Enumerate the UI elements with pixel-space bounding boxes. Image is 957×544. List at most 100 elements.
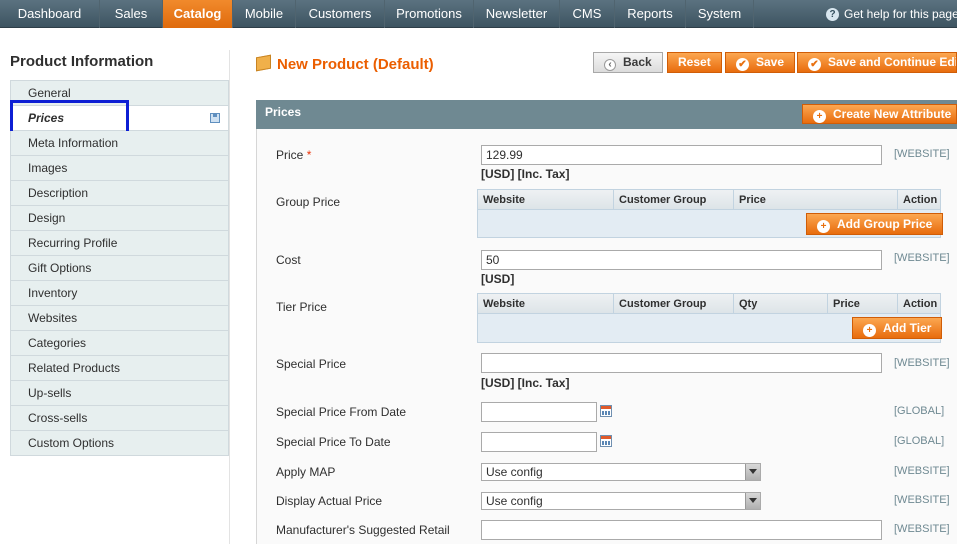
display-actual-price-scope: [WEBSITE] [894, 494, 950, 506]
help-icon: ? [826, 8, 839, 21]
tab-label: Inventory [28, 286, 78, 300]
nav-customers[interactable]: Customers [296, 0, 385, 28]
tab-label: Design [28, 211, 66, 225]
column-header: Website [483, 298, 525, 310]
price-input[interactable]: 129.99 [481, 145, 882, 165]
tab-inventory[interactable]: Inventory [10, 281, 229, 306]
special-to-date-input[interactable] [481, 432, 597, 452]
chevron-down-icon [745, 493, 760, 509]
nav-mobile[interactable]: Mobile [233, 0, 296, 28]
apply-map-label: Apply MAP [276, 465, 336, 479]
sidebar-divider [229, 50, 230, 544]
add-tier-button[interactable]: + Add Tier [852, 317, 943, 339]
column-header: Website [483, 194, 525, 206]
calendar-icon[interactable] [600, 405, 612, 417]
tab-gift-options[interactable]: Gift Options [10, 256, 229, 281]
help-link[interactable]: ? Get help for this page [826, 0, 957, 28]
column-header: Price [827, 294, 897, 314]
column-header: Customer Group [613, 294, 733, 314]
tab-label: Related Products [28, 361, 121, 375]
nav-reports[interactable]: Reports [615, 0, 686, 28]
tab-label: Images [28, 161, 68, 175]
tier-price-grid-header: Website Customer Group Qty Price Action [478, 294, 940, 314]
save-and-continue-button[interactable]: ✔ Save and Continue Edit [797, 52, 957, 73]
tab-categories[interactable]: Categories [10, 331, 229, 356]
plus-icon: + [817, 220, 830, 233]
chevron-down-icon [745, 464, 760, 480]
nav-dashboard[interactable]: Dashboard [0, 0, 100, 28]
special-from-date-label: Special Price From Date [276, 405, 407, 419]
nav-newsletter[interactable]: Newsletter [474, 0, 560, 28]
tab-related-products[interactable]: Related Products [10, 356, 229, 381]
product-tabs: General Prices Meta Information Images D… [10, 80, 229, 456]
plus-icon: + [813, 110, 826, 123]
tab-label: General [28, 86, 71, 100]
help-label: Get help for this page [844, 7, 957, 21]
tab-label: Meta Information [28, 136, 119, 150]
required-mark: * [306, 148, 312, 162]
msrp-label: Manufacturer's Suggested Retail [276, 523, 450, 537]
nav-sales[interactable]: Sales [100, 0, 163, 28]
nav-catalog[interactable]: Catalog [163, 0, 233, 28]
apply-map-select[interactable]: Use config [481, 463, 761, 481]
tab-label: Categories [28, 336, 87, 350]
display-actual-price-label: Display Actual Price [276, 494, 383, 508]
changed-save-icon [210, 113, 220, 123]
cost-input[interactable]: 50 [481, 250, 882, 270]
tab-label: Gift Options [28, 261, 92, 275]
add-group-price-button[interactable]: + Add Group Price [806, 213, 944, 235]
plus-icon: + [863, 324, 876, 337]
back-button[interactable]: ‹ Back [593, 52, 663, 73]
special-price-scope: [WEBSITE] [894, 357, 950, 369]
special-to-date-scope: [GLOBAL] [894, 435, 945, 447]
tab-design[interactable]: Design [10, 206, 229, 231]
price-label: Price * [276, 148, 312, 162]
tab-description[interactable]: Description [10, 181, 229, 206]
price-currency-note: [USD] [Inc. Tax] [481, 167, 570, 181]
group-price-grid-header: Website Customer Group Price Action [478, 190, 940, 210]
special-from-date-input[interactable] [481, 402, 597, 422]
special-price-input[interactable] [481, 353, 882, 373]
tier-price-label: Tier Price [276, 300, 327, 314]
special-price-label: Special Price [276, 357, 347, 371]
create-attribute-button[interactable]: + Create New Attribute [802, 104, 957, 124]
product-box-icon [256, 54, 271, 72]
prices-section-title: Prices [265, 105, 302, 119]
special-price-currency-note: [USD] [Inc. Tax] [481, 376, 570, 390]
tab-meta-information[interactable]: Meta Information [10, 131, 229, 156]
msrp-input[interactable] [481, 520, 882, 540]
tab-label: Recurring Profile [28, 236, 118, 250]
tab-up-sells[interactable]: Up-sells [10, 381, 229, 406]
tab-prices[interactable]: Prices [10, 100, 229, 134]
nav-system[interactable]: System [686, 0, 754, 28]
reset-button[interactable]: Reset [667, 52, 722, 73]
nav-cms[interactable]: CMS [560, 0, 615, 28]
tab-recurring-profile[interactable]: Recurring Profile [10, 231, 229, 256]
special-from-date-scope: [GLOBAL] [894, 405, 945, 417]
cost-label: Cost [276, 253, 301, 267]
save-button[interactable]: ✔ Save [725, 52, 796, 73]
tab-custom-options[interactable]: Custom Options [10, 431, 229, 456]
tab-label: Description [28, 186, 89, 200]
tab-label: Up-sells [28, 386, 72, 400]
display-actual-price-select[interactable]: Use config [481, 492, 761, 510]
sidebar-title: Product Information [10, 53, 154, 70]
page-title: New Product (Default) [277, 56, 434, 73]
tab-images[interactable]: Images [10, 156, 229, 181]
group-price-label: Group Price [276, 195, 341, 209]
calendar-icon[interactable] [600, 435, 612, 447]
column-header: Customer Group [613, 190, 733, 210]
msrp-scope: [WEBSITE] [894, 523, 950, 535]
nav-promotions[interactable]: Promotions [385, 0, 474, 28]
apply-map-scope: [WEBSITE] [894, 465, 950, 477]
checkmark-icon: ✔ [808, 58, 821, 71]
checkmark-icon: ✔ [736, 58, 749, 71]
tab-label: Websites [28, 311, 78, 325]
cost-scope: [WEBSITE] [894, 252, 950, 264]
tab-websites[interactable]: Websites [10, 306, 229, 331]
selection-highlight [10, 100, 129, 134]
tab-cross-sells[interactable]: Cross-sells [10, 406, 229, 431]
arrow-left-icon: ‹ [604, 59, 616, 71]
cost-currency-note: [USD] [481, 272, 515, 286]
tab-label: Cross-sells [28, 411, 88, 425]
